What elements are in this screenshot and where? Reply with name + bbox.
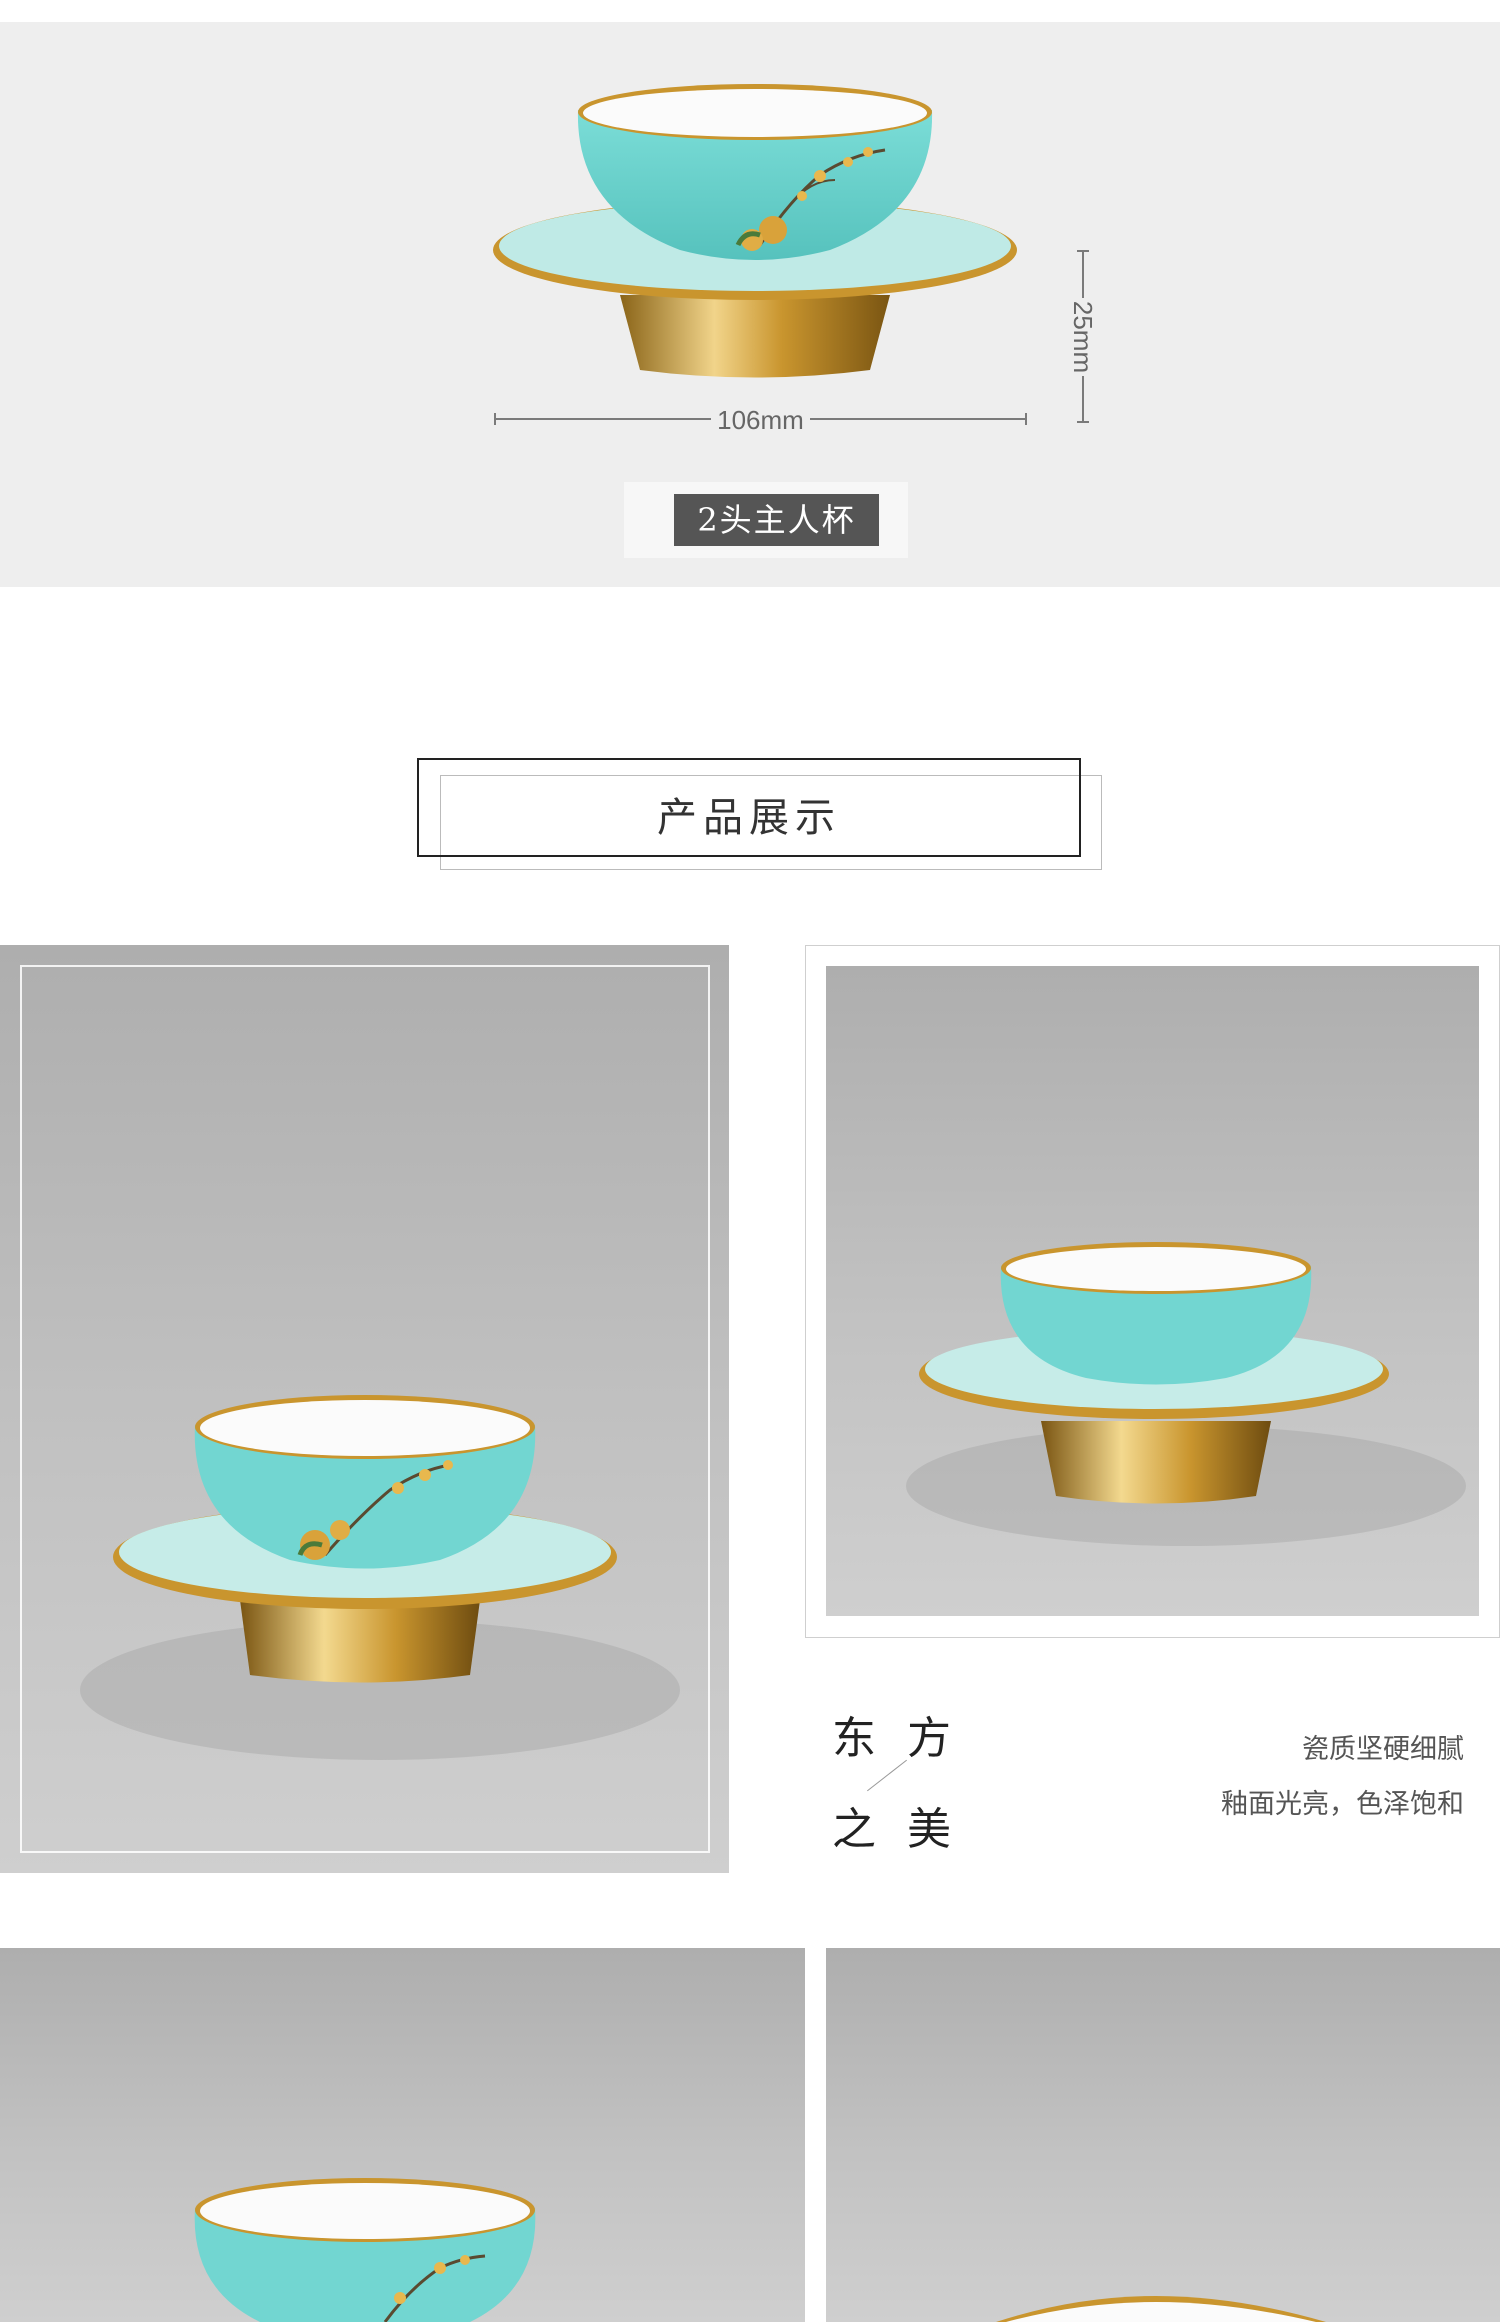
height-dimension-label: 25mm: [1066, 298, 1100, 376]
poem-char-4: 美: [907, 1804, 951, 1855]
feature-description-line-1: 瓷质坚硬细腻: [1302, 1734, 1464, 1765]
feature-description-line-2: 釉面光亮，色泽饱和: [1221, 1789, 1464, 1820]
product-photo-bottom-right: [826, 1948, 1500, 2322]
cup-image-top: [490, 80, 1030, 400]
product-caption: 2头主人杯: [674, 494, 879, 546]
product-photo-side: [826, 966, 1479, 1616]
poem-char-3: 之: [832, 1804, 876, 1855]
poem-char-1: 东: [832, 1713, 876, 1764]
section-heading: 产品展示: [657, 795, 841, 841]
photo-large-inner-frame: [20, 965, 710, 1853]
width-dimension-line: 106mm: [494, 405, 1027, 435]
width-dimension-label: 106mm: [494, 405, 1027, 436]
product-photo-bottom-left: [0, 1948, 805, 2322]
height-dimension-line: 25mm: [1066, 250, 1100, 423]
poem-char-2: 方: [907, 1713, 951, 1764]
